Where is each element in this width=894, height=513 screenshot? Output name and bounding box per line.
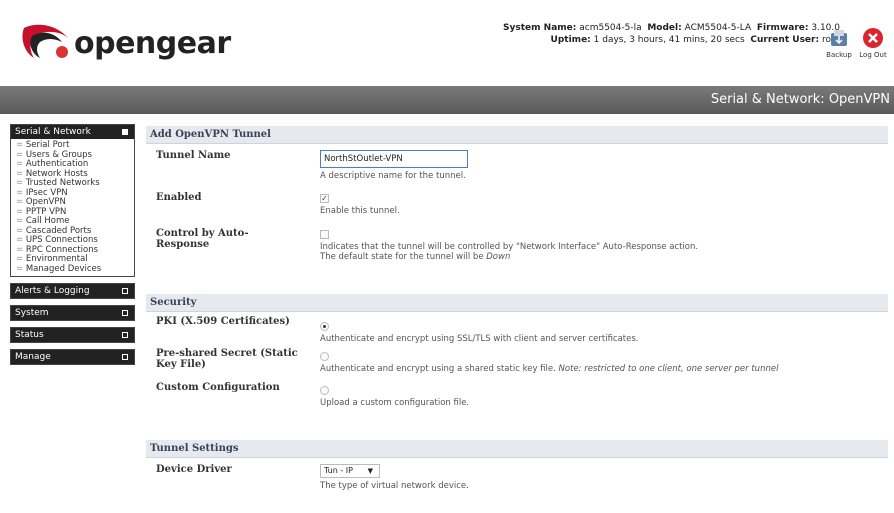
logout-icon — [863, 28, 883, 48]
logo-text: opengear — [74, 26, 231, 61]
row-custom-config: Custom Configuration Upload a custom con… — [146, 380, 888, 440]
nav-list: Serial Port Users & Groups Authenticatio… — [11, 139, 134, 276]
current-user-label: Current User: — [750, 35, 820, 45]
pki-help: Authenticate and encrypt using SSL/TLS w… — [320, 334, 639, 344]
backup-icon — [831, 30, 847, 46]
model-value: ACM5504-5-LA — [684, 23, 752, 33]
section-title: Add OpenVPN Tunnel — [150, 129, 271, 140]
custom-config-radio[interactable] — [320, 386, 329, 395]
nav-status: Status — [10, 327, 135, 343]
auto-response-label: Control by Auto-Response — [156, 228, 249, 250]
psk-label: Pre-shared Secret (Static Key File) — [156, 348, 298, 370]
main-content: Add OpenVPN Tunnel Tunnel Name A descrip… — [146, 126, 888, 502]
tunnel-name-label: Tunnel Name — [156, 150, 231, 161]
nav-manage: Manage — [10, 349, 135, 365]
section-add-tunnel: Add OpenVPN Tunnel — [146, 126, 888, 144]
device-driver-value: Tun - IP — [324, 466, 353, 475]
sidebar: Serial & Network Serial Port Users & Gro… — [10, 124, 135, 371]
psk-help: Authenticate and encrypt using a shared … — [320, 364, 559, 374]
enabled-help: Enable this tunnel. — [320, 206, 400, 216]
nav-header-alerts-logging[interactable]: Alerts & Logging — [11, 284, 134, 298]
enabled-label: Enabled — [156, 192, 202, 203]
nav-header-label: Status — [15, 330, 44, 340]
row-tunnel-name: Tunnel Name A descriptive name for the t… — [146, 148, 888, 190]
nav-serial-network: Serial & Network Serial Port Users & Gro… — [10, 124, 135, 277]
enabled-checkbox[interactable]: ✓ — [320, 194, 329, 203]
nav-header-status[interactable]: Status — [11, 328, 134, 342]
row-auto-response: Control by Auto-Response Indicates that … — [146, 226, 888, 294]
expand-icon — [122, 288, 128, 294]
row-psk: Pre-shared Secret (Static Key File) Auth… — [146, 346, 888, 380]
device-driver-cell: Tun - IP ▼ The type of virtual network d… — [320, 464, 469, 491]
auto-response-checkbox[interactable] — [320, 230, 329, 239]
custom-config-cell: Upload a custom configuration file. — [320, 386, 469, 408]
nav-alerts-logging: Alerts & Logging — [10, 283, 135, 299]
nav-system: System — [10, 305, 135, 321]
enabled-cell: ✓ Enable this tunnel. — [320, 194, 400, 216]
section-security: Security — [146, 294, 888, 312]
uptime-value: 1 days, 3 hours, 41 mins, 20 secs — [593, 35, 745, 45]
nav-header-system[interactable]: System — [11, 306, 134, 320]
expand-icon — [122, 332, 128, 338]
psk-radio[interactable] — [320, 352, 329, 361]
backup-label: Backup — [826, 51, 852, 59]
section-title: Tunnel Settings — [150, 443, 239, 454]
backup-button[interactable]: Backup — [824, 27, 854, 59]
tunnel-name-help: A descriptive name for the tunnel. — [320, 171, 466, 181]
expand-icon — [122, 310, 128, 316]
nav-header-manage[interactable]: Manage — [11, 350, 134, 364]
device-driver-select[interactable]: Tun - IP ▼ — [320, 464, 380, 478]
dropdown-arrow-icon: ▼ — [367, 467, 373, 475]
system-info: System Name: acm5504-5-la Model: ACM5504… — [400, 22, 840, 46]
auto-response-help-1: Indicates that the tunnel will be contro… — [320, 242, 699, 252]
nav-header-label: Manage — [15, 352, 51, 362]
collapse-icon — [122, 129, 128, 135]
pki-label: PKI (X.509 Certificates) — [156, 316, 290, 327]
psk-cell: Authenticate and encrypt using a shared … — [320, 352, 778, 374]
system-name-label: System Name: — [503, 23, 577, 33]
page-title: Serial & Network: OpenVPN — [710, 92, 890, 107]
custom-config-help: Upload a custom configuration file. — [320, 398, 470, 408]
nav-header-label: System — [15, 308, 49, 318]
section-title: Security — [150, 297, 197, 308]
system-name-value: acm5504-5-la — [579, 23, 642, 33]
auto-response-default-state: Down — [486, 252, 511, 262]
uptime-label: Uptime: — [550, 35, 591, 45]
firmware-label: Firmware: — [756, 23, 809, 33]
nav-header-serial-network[interactable]: Serial & Network — [11, 125, 134, 139]
model-label: Model: — [647, 23, 682, 33]
header: opengear System Name: acm5504-5-la Model… — [0, 0, 894, 84]
expand-icon — [122, 354, 128, 360]
pki-radio[interactable] — [320, 322, 329, 331]
tunnel-name-cell: A descriptive name for the tunnel. — [320, 150, 468, 181]
auto-response-help-2-prefix: The default state for the tunnel will be — [320, 252, 487, 262]
logo-mark-icon — [22, 24, 68, 58]
row-pki: PKI (X.509 Certificates) Authenticate an… — [146, 316, 888, 346]
device-driver-help: The type of virtual network device. — [320, 481, 469, 491]
nav-header-label: Alerts & Logging — [15, 286, 90, 296]
logout-button[interactable]: Log Out — [858, 27, 888, 59]
auto-response-help-2: The default state for the tunnel will be… — [320, 252, 698, 262]
row-enabled: Enabled ✓ Enable this tunnel. — [146, 190, 888, 226]
tunnel-name-input[interactable] — [320, 150, 468, 168]
row-device-driver: Device Driver Tun - IP ▼ The type of vir… — [146, 462, 888, 502]
logout-label: Log Out — [859, 51, 887, 59]
nav-item-managed-devices[interactable]: Managed Devices — [16, 264, 131, 275]
auto-response-cell: Indicates that the tunnel will be contro… — [320, 230, 698, 262]
pki-cell: Authenticate and encrypt using SSL/TLS w… — [320, 322, 639, 344]
device-driver-label: Device Driver — [156, 464, 232, 475]
custom-config-label: Custom Configuration — [156, 382, 280, 393]
section-tunnel-settings: Tunnel Settings — [146, 440, 888, 458]
nav-header-label: Serial & Network — [15, 127, 91, 137]
psk-note: Note: restricted to one client, one serv… — [558, 364, 779, 374]
